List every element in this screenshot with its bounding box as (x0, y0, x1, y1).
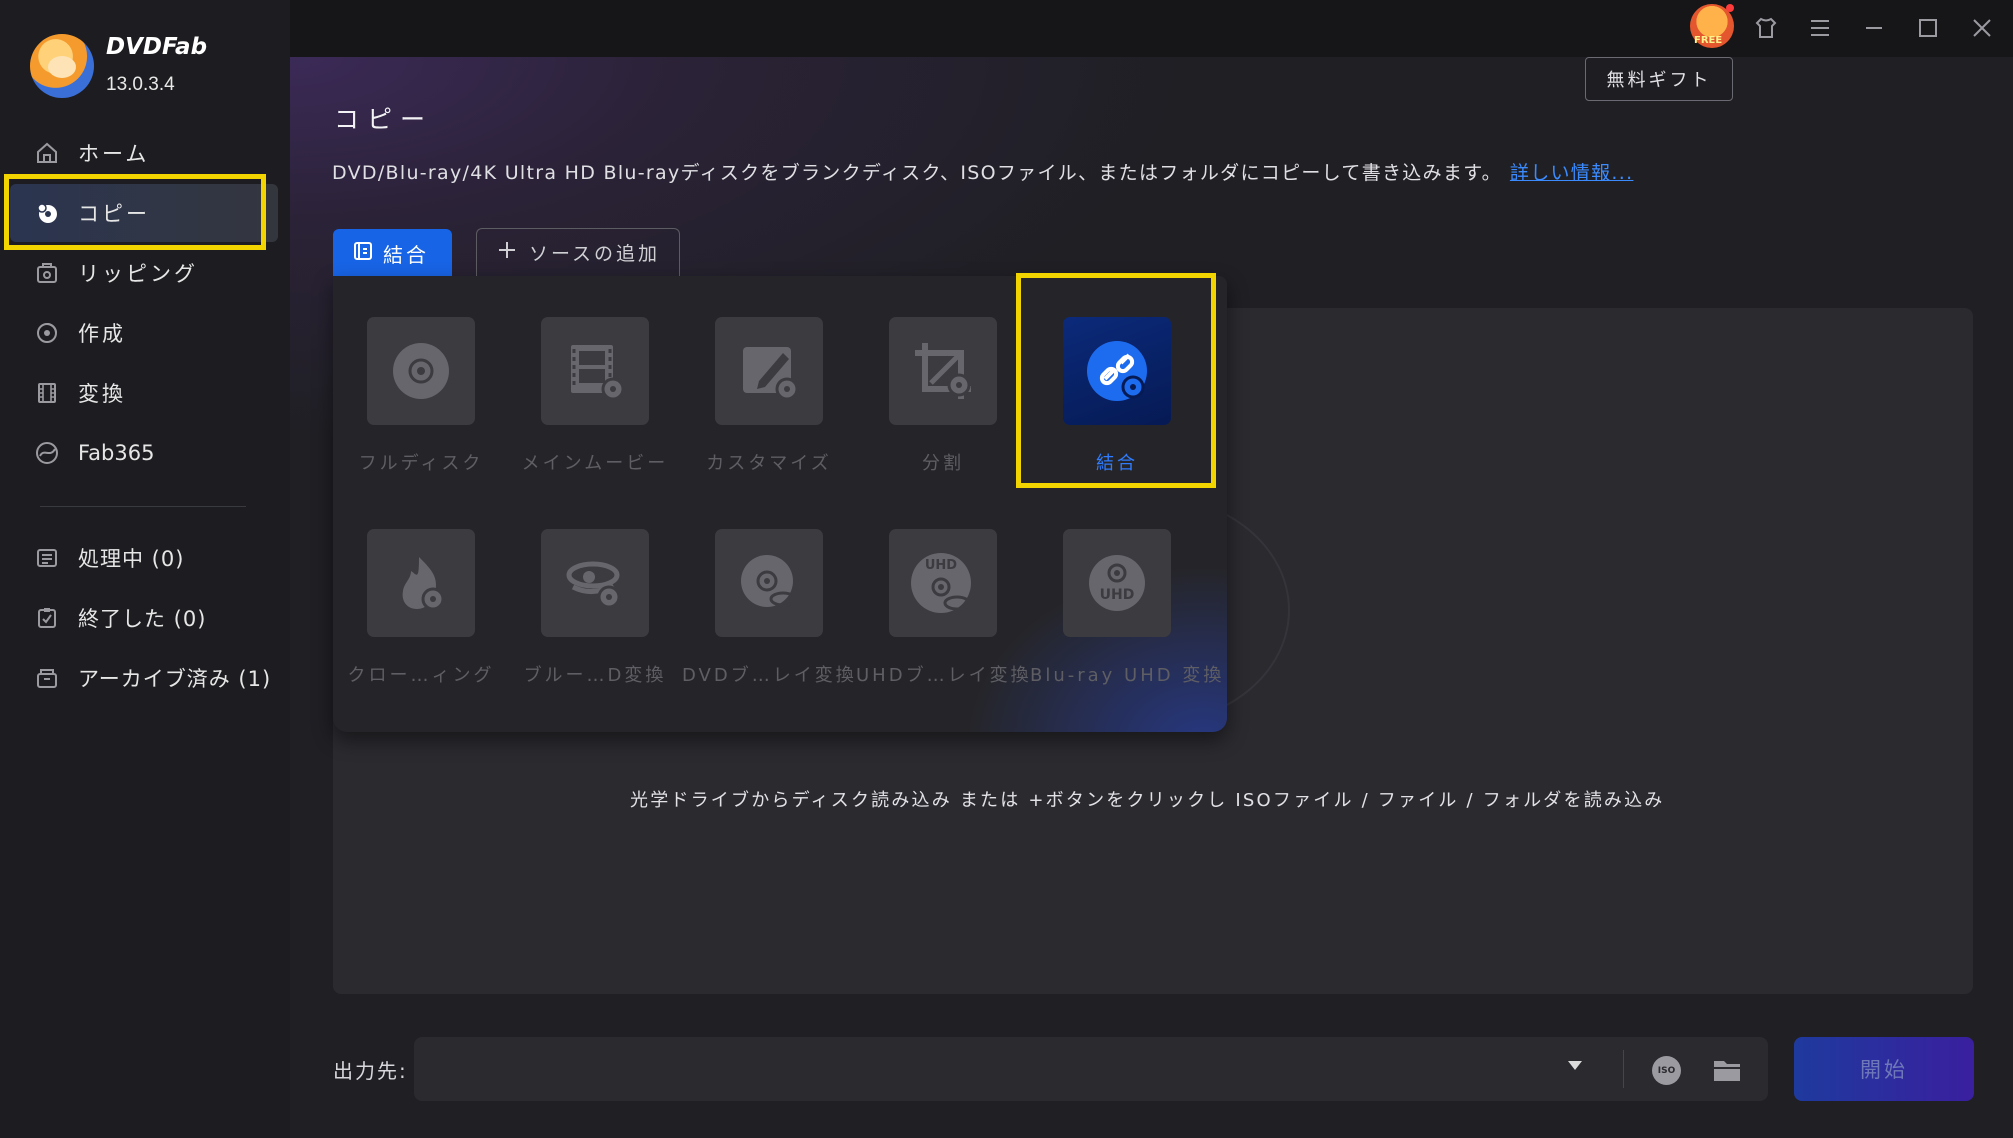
plus-icon (497, 240, 517, 265)
mode-split[interactable]: 分割 (856, 317, 1030, 475)
sidebar-item-creator[interactable]: 作成 (10, 304, 278, 362)
mode-bluray-to-uhd[interactable]: UHD Blu-ray UHD 変換 (1030, 529, 1225, 687)
sidebar-item-fab365[interactable]: Fab365 (10, 424, 278, 482)
sidebar-item-label: 作成 (78, 322, 126, 346)
processing-icon (34, 545, 60, 571)
sidebar-item-copy[interactable]: コピー (10, 184, 278, 242)
free-gift-button[interactable]: 無料ギフト (1585, 57, 1733, 101)
mode-bluray-to-dvd[interactable]: ブルー…D変換 (508, 529, 682, 687)
mode-switch-button[interactable]: 結合 (333, 229, 452, 277)
sidebar-item-label: ホーム (78, 142, 150, 166)
uhd-to-bluray-icon: UHD (889, 529, 997, 637)
mode-customize[interactable]: カスタマイズ (682, 317, 856, 475)
sidebar-item-label: アーカイブ済み (1) (78, 667, 272, 691)
drop-hint-text: 光学ドライブからディスク読み込み または +ボタンをクリックし ISOファイル … (630, 790, 1665, 811)
more-info-link[interactable]: 詳しい情報... (1510, 162, 1634, 184)
dvd-to-bluray-icon (715, 529, 823, 637)
mode-label: 分割 (922, 453, 964, 474)
menu-icon[interactable] (1800, 8, 1840, 48)
output-label: 出力先: (333, 1059, 408, 1083)
mode-label: Blu-ray UHD 変換 (1030, 665, 1225, 686)
converter-icon (34, 380, 60, 406)
merge-mode-icon (353, 241, 373, 266)
sidebar-item-converter[interactable]: 変換 (10, 364, 278, 422)
mode-switch-label: 結合 (383, 242, 429, 267)
mode-label: ブルー…D変換 (523, 665, 667, 686)
add-source-button[interactable]: ソースの追加 (476, 228, 680, 276)
add-source-label: ソースの追加 (529, 243, 661, 265)
mode-label: DVDブ…レイ変換 (682, 665, 857, 686)
sidebar-item-processing[interactable]: 処理中 (0) (10, 529, 278, 587)
free-gift-icon[interactable]: FREE (1690, 4, 1734, 48)
sidebar-item-label: リッピング (78, 262, 198, 286)
dropdown-caret-icon[interactable] (1568, 1061, 1582, 1070)
full-disc-icon (367, 317, 475, 425)
mode-dvd-to-bluray[interactable]: DVDブ…レイ変換 (682, 529, 856, 687)
home-icon (34, 140, 60, 166)
mode-label: フルディスク (358, 453, 484, 474)
bluray-to-uhd-icon: UHD (1063, 529, 1171, 637)
sidebar-item-label: 処理中 (0) (78, 547, 185, 571)
mode-merge[interactable]: 結合 (1030, 317, 1204, 475)
page-description: DVD/Blu-ray/4K Ultra HD Blu-rayディスクをブランク… (332, 158, 1633, 185)
output-separator (1623, 1050, 1624, 1088)
notification-dot (1726, 4, 1734, 12)
shirt-skin-icon[interactable] (1746, 8, 1786, 48)
mode-label: メインムービー (521, 453, 669, 474)
copy-disc-icon (34, 200, 60, 226)
app-version: 13.0.3.4 (106, 74, 175, 95)
archive-icon (34, 665, 60, 691)
mode-label: クロー…ィング (347, 665, 495, 686)
clone-burn-icon (367, 529, 475, 637)
folder-output-icon[interactable] (1712, 1057, 1742, 1087)
main-movie-icon (541, 317, 649, 425)
description-text: DVD/Blu-ray/4K Ultra HD Blu-rayディスクをブランク… (332, 162, 1502, 184)
ripper-icon (34, 260, 60, 286)
dvdfab-logo (30, 34, 94, 98)
mode-label: 結合 (1096, 453, 1138, 474)
mode-uhd-to-bluray[interactable]: UHD UHDブ…レイ変換 (856, 529, 1030, 687)
merge-icon (1063, 317, 1171, 425)
mode-label: カスタマイズ (706, 453, 832, 474)
page-title: コピー (334, 105, 434, 134)
output-path-field[interactable] (414, 1037, 1768, 1101)
sidebar-item-label: 終了した (0) (78, 607, 207, 631)
sidebar-divider (40, 506, 246, 507)
svg-text:UHD: UHD (1100, 587, 1135, 603)
minimize-icon[interactable] (1854, 8, 1894, 48)
sidebar-item-ripper[interactable]: リッピング (10, 244, 278, 302)
sidebar-item-label: Fab365 (78, 441, 155, 465)
mode-label: UHDブ…レイ変換 (856, 665, 1032, 686)
sidebar-item-home[interactable]: ホーム (10, 124, 278, 182)
close-icon[interactable] (1962, 8, 2002, 48)
start-button[interactable]: 開始 (1794, 1037, 1974, 1101)
app-name: DVDFab (106, 34, 208, 60)
sidebar-item-label: コピー (78, 202, 150, 226)
iso-output-icon[interactable]: ISO (1652, 1056, 1681, 1085)
sidebar: DVDFab 13.0.3.4 ホーム コピー リッピング 作成 変換 Fab3… (0, 0, 290, 1138)
customize-icon (715, 317, 823, 425)
sidebar-item-label: 変換 (78, 382, 126, 406)
split-icon (889, 317, 997, 425)
finished-icon (34, 605, 60, 631)
mode-full-disc[interactable]: フルディスク (334, 317, 508, 475)
mode-clone-burn[interactable]: クロー…ィング (334, 529, 508, 687)
sidebar-item-finished[interactable]: 終了した (0) (10, 589, 278, 647)
creator-icon (34, 320, 60, 346)
maximize-icon[interactable] (1908, 8, 1948, 48)
free-badge-text: FREE (1694, 35, 1723, 46)
mode-main-movie[interactable]: メインムービー (508, 317, 682, 475)
fab365-icon (34, 440, 60, 466)
bluray-to-dvd-icon (541, 529, 649, 637)
svg-text:UHD: UHD (925, 558, 957, 573)
sidebar-item-archive[interactable]: アーカイブ済み (1) (10, 649, 278, 707)
